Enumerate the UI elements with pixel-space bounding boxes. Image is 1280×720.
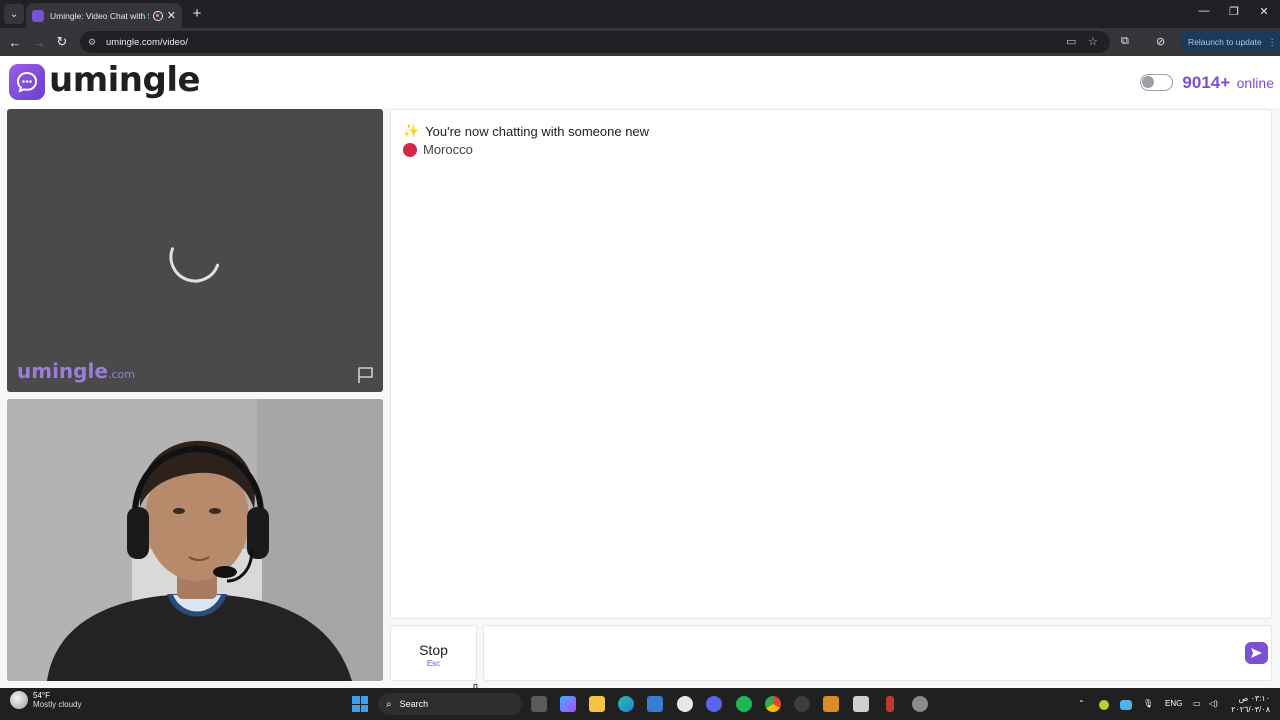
- country-name: Morocco: [423, 142, 473, 157]
- tab-title: Umingle: Video Chat with S: [50, 10, 149, 21]
- volume-icon[interactable]: ◁): [1209, 699, 1218, 708]
- watermark-brand: umingle: [17, 359, 108, 383]
- game-app-icon[interactable]: [823, 696, 839, 712]
- settings-icon[interactable]: [912, 696, 928, 712]
- stranger-video: umingle.com: [7, 109, 383, 392]
- message-input[interactable]: [483, 625, 1272, 681]
- clock-time: ٠٣:١٠ ص: [1238, 694, 1270, 703]
- kebab-menu-icon: ⋮: [1267, 36, 1277, 47]
- new-tab-button[interactable]: +: [188, 4, 206, 22]
- stop-shortcut-hint: Esc: [426, 659, 441, 668]
- page: umingle 9014+ online umingle.com ✨ You'r…: [0, 56, 1280, 698]
- browser-toolbar: ← → ↻ ⚙ umingle.com/video/ ▭ ☆ ⧉ ⊘ Relau…: [0, 28, 1280, 56]
- flag-icon[interactable]: [356, 365, 376, 385]
- bookmark-star-icon[interactable]: ☆: [1088, 35, 1098, 48]
- loading-spinner-icon: [169, 247, 220, 283]
- bull-app-icon[interactable]: [853, 696, 869, 712]
- taskbar-search[interactable]: ⌕ Search: [378, 693, 522, 715]
- app-icon[interactable]: [794, 696, 810, 712]
- online-count: 9014+: [1182, 73, 1231, 92]
- back-arrow-icon[interactable]: ←: [6, 33, 24, 51]
- copilot-icon[interactable]: [560, 696, 576, 712]
- bottle-app-icon[interactable]: [886, 696, 894, 712]
- site-header: umingle 9014+ online: [0, 56, 1280, 108]
- search-icon: ⌕: [386, 698, 392, 710]
- tab-close-icon[interactable]: ✕: [167, 9, 176, 22]
- browser-tab-active[interactable]: Umingle: Video Chat with S ✕: [26, 3, 182, 28]
- windows-taskbar: 54°F Mostly cloudy ⌕ Search ⌃ 🎙 ENG ▭ ◁)…: [0, 688, 1280, 720]
- webcam-person-image: [7, 399, 383, 681]
- store-icon[interactable]: [647, 696, 663, 712]
- logo-text[interactable]: umingle: [49, 60, 201, 100]
- site-info-icon[interactable]: ⚙: [88, 37, 100, 47]
- minimize-button[interactable]: —: [1194, 5, 1214, 17]
- weather-desc: Mostly cloudy: [33, 700, 82, 709]
- clock-date: ٢٠٢٦/٠٣/٠٨: [1231, 705, 1270, 714]
- umingle-favicon-icon: [32, 9, 44, 22]
- extensions-icon[interactable]: ⧉: [1121, 35, 1129, 48]
- forward-arrow-icon[interactable]: →: [30, 33, 48, 51]
- spotify-icon[interactable]: [736, 696, 752, 712]
- tab-search-button[interactable]: ⌄: [4, 4, 24, 24]
- online-counter: 9014+ online: [1182, 73, 1274, 93]
- send-button[interactable]: [1245, 642, 1268, 664]
- restore-button[interactable]: ❐: [1224, 5, 1244, 18]
- chat-status-line: ✨ You're now chatting with someone new: [403, 123, 649, 139]
- task-view-icon[interactable]: [531, 696, 547, 712]
- browser-tabstrip: ⌄ Umingle: Video Chat with S ✕ + — ❐ ✕: [0, 0, 1280, 28]
- network-icon[interactable]: ▭: [1193, 699, 1201, 708]
- watermark-tld: .com: [107, 368, 135, 381]
- recording-indicator-icon: [152, 10, 163, 21]
- send-icon: [1251, 648, 1262, 658]
- reload-icon[interactable]: ↻: [53, 33, 71, 51]
- onedrive-icon[interactable]: [1120, 700, 1132, 710]
- relaunch-label: Relaunch to update: [1188, 37, 1262, 47]
- url-text: umingle.com/video/: [106, 36, 188, 48]
- profile-icon[interactable]: ⊘: [1156, 35, 1165, 48]
- weather-widget[interactable]: 54°F Mostly cloudy: [10, 691, 81, 709]
- sparkle-icon: ✨: [403, 123, 420, 138]
- tray-overflow-icon[interactable]: ⌃: [1078, 699, 1085, 708]
- weather-temp: 54°F: [33, 691, 50, 700]
- video-watermark: umingle.com: [17, 359, 135, 383]
- online-label: online: [1236, 75, 1274, 91]
- toggle-knob: [1142, 76, 1154, 88]
- chrome-icon[interactable]: [765, 696, 781, 712]
- cloud-icon: [10, 691, 28, 709]
- camera-in-use-icon[interactable]: ▭: [1066, 35, 1076, 48]
- microphone-icon[interactable]: 🎙: [1143, 699, 1153, 708]
- tray-app-icon[interactable]: [1099, 700, 1109, 710]
- morocco-flag-icon: [403, 142, 417, 157]
- edge-icon[interactable]: [618, 696, 634, 712]
- close-window-button[interactable]: ✕: [1254, 5, 1274, 18]
- address-bar[interactable]: ⚙ umingle.com/video/ ▭ ☆: [80, 31, 1110, 53]
- stop-button[interactable]: Stop Esc: [390, 625, 477, 681]
- stop-label: Stop: [419, 642, 448, 658]
- windows-start-icon[interactable]: [352, 696, 368, 712]
- chat-status-text: You're now chatting with someone new: [425, 123, 650, 139]
- language-indicator[interactable]: ENG: [1165, 699, 1182, 708]
- relaunch-to-update-button[interactable]: Relaunch to update ⋮: [1180, 32, 1280, 52]
- discord-icon[interactable]: [706, 696, 722, 712]
- file-explorer-icon[interactable]: [589, 696, 605, 712]
- taskbar-search-label: Search: [399, 699, 429, 709]
- chatgpt-icon[interactable]: [677, 696, 693, 712]
- umingle-logo-icon[interactable]: [9, 64, 45, 100]
- chat-log[interactable]: ✨ You're now chatting with someone new M…: [390, 109, 1272, 619]
- taskbar-clock[interactable]: ٠٣:١٠ ص ٢٠٢٦/٠٣/٠٨: [1228, 693, 1270, 715]
- self-video: [7, 399, 383, 681]
- stranger-country: Morocco: [403, 142, 473, 157]
- theme-toggle[interactable]: [1140, 74, 1173, 91]
